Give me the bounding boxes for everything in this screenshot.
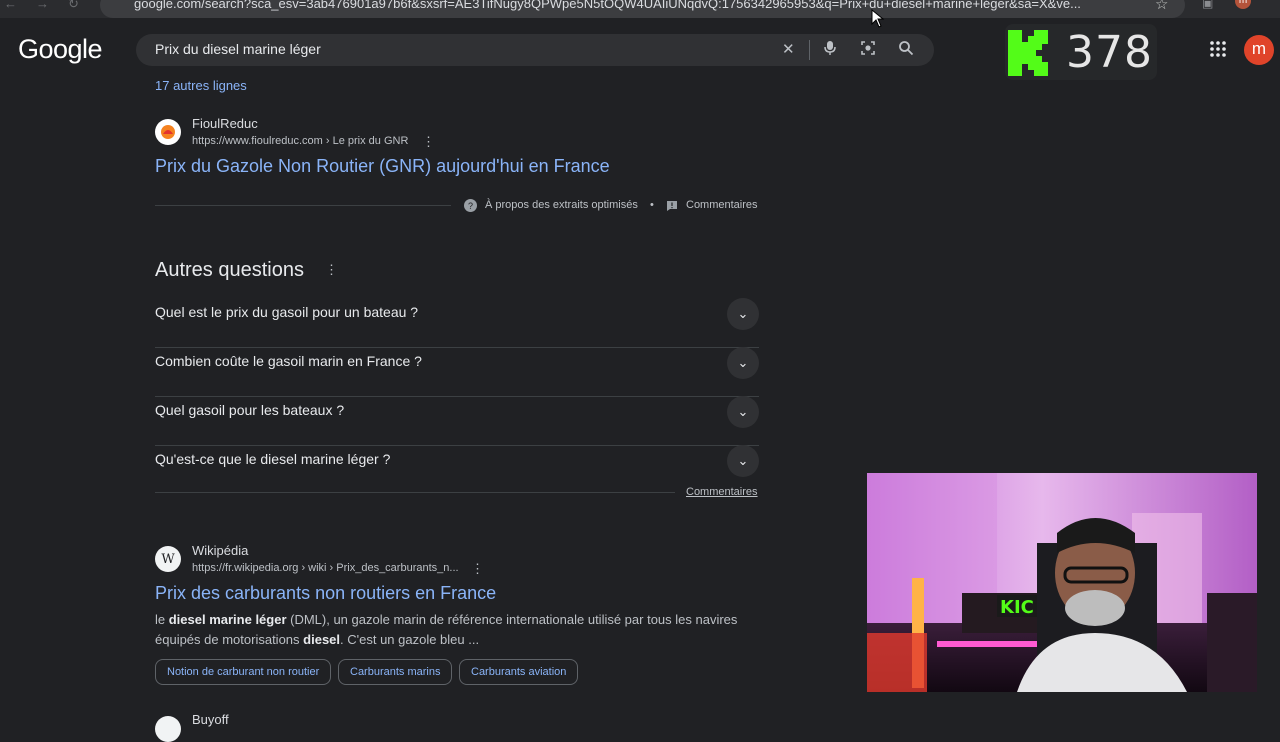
more-lines-link[interactable]: 17 autres lignes xyxy=(155,78,247,93)
result-site-url[interactable]: https://www.fioulreduc.com › Le prix du … xyxy=(192,135,408,147)
related-chip[interactable]: Carburants aviation xyxy=(459,659,579,685)
related-chip[interactable]: Notion de carburant non routier xyxy=(155,659,332,685)
question-text[interactable]: Combien coûte le gasoil marin en France … xyxy=(155,353,422,369)
webcam-feed: KIC xyxy=(867,473,1257,692)
voice-search-icon[interactable] xyxy=(823,40,837,60)
feedback-link[interactable]: Commentaires xyxy=(686,199,758,211)
result-snippet: le diesel marine léger (DML), un gazole … xyxy=(155,612,738,647)
wikipedia-favicon: W xyxy=(155,546,181,572)
question-text[interactable]: Quel gasoil pour les bateaux ? xyxy=(155,402,344,418)
search-icon[interactable] xyxy=(898,40,914,60)
result-menu-icon[interactable]: ⋮ xyxy=(471,561,484,577)
kick-logo-icon xyxy=(1008,30,1048,76)
back-icon[interactable]: ← xyxy=(4,0,17,11)
result-site-name[interactable]: Wikipédia xyxy=(192,543,248,558)
search-divider xyxy=(809,40,810,60)
question-row[interactable]: Qu'est-ce que le diesel marine léger ? ⌄ xyxy=(155,445,759,494)
related-chip[interactable]: Carburants marins xyxy=(338,659,453,685)
reload-icon[interactable]: ↻ xyxy=(68,0,79,12)
svg-text:?: ? xyxy=(468,201,473,211)
question-row[interactable]: Quel gasoil pour les bateaux ? ⌄ xyxy=(155,396,759,446)
chevron-down-icon[interactable]: ⌄ xyxy=(727,445,759,477)
question-row[interactable]: Quel est le prix du gasoil pour un batea… xyxy=(155,298,759,348)
chevron-down-icon[interactable]: ⌄ xyxy=(727,347,759,379)
account-avatar[interactable]: m xyxy=(1244,35,1274,65)
result-title-link[interactable]: Prix du Gazole Non Routier (GNR) aujourd… xyxy=(155,156,610,177)
separator-dot: • xyxy=(650,199,654,211)
questions-heading: Autres questions xyxy=(155,259,304,281)
address-bar-url[interactable]: google.com/search?sca_esv=3ab476901a97b6… xyxy=(134,0,1144,11)
chevron-down-icon[interactable]: ⌄ xyxy=(727,396,759,428)
bookmark-star-icon[interactable]: ☆ xyxy=(1155,0,1168,13)
fioulreduc-favicon xyxy=(155,119,181,145)
search-input[interactable]: Prix du diesel marine léger xyxy=(155,41,321,57)
google-logo[interactable]: Google xyxy=(18,34,103,65)
result-site-name[interactable]: FioulReduc xyxy=(192,116,258,131)
questions-feedback-link[interactable]: Commentaires xyxy=(686,486,758,498)
svg-text:KIC: KIC xyxy=(1000,597,1034,618)
lens-search-icon[interactable] xyxy=(860,40,876,60)
forward-icon[interactable]: → xyxy=(36,0,49,11)
question-text[interactable]: Qu'est-ce que le diesel marine léger ? xyxy=(155,451,390,467)
apps-grid-icon[interactable] xyxy=(1209,40,1227,63)
feedback-icon xyxy=(666,199,678,217)
chevron-down-icon[interactable]: ⌄ xyxy=(727,298,759,330)
divider xyxy=(155,205,451,206)
clear-icon[interactable]: ✕ xyxy=(782,40,795,58)
about-snippets-link[interactable]: À propos des extraits optimisés xyxy=(485,199,638,211)
help-icon: ? xyxy=(464,199,477,217)
questions-menu-icon[interactable]: ⋮ xyxy=(325,262,338,278)
question-text[interactable]: Quel est le prix du gasoil pour un batea… xyxy=(155,304,418,320)
question-row[interactable]: Combien coûte le gasoil marin en France … xyxy=(155,347,759,397)
result-menu-icon[interactable]: ⋮ xyxy=(422,134,435,150)
result-site-url[interactable]: https://fr.wikipedia.org › wiki › Prix_d… xyxy=(192,562,459,574)
divider xyxy=(155,492,675,493)
viewer-count: 378 xyxy=(1066,27,1153,78)
result-title-link[interactable]: Prix des carburants non routiers en Fran… xyxy=(155,583,496,604)
extension-icon[interactable]: ▣ xyxy=(1202,0,1213,10)
